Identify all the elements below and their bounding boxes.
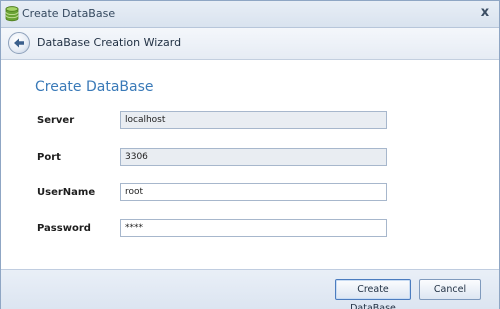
window-title: Create DataBase bbox=[22, 7, 116, 20]
create-database-button[interactable]: Create DataBase bbox=[335, 279, 411, 309]
wizard-header: DataBase Creation Wizard bbox=[1, 28, 499, 60]
wizard-title: DataBase Creation Wizard bbox=[37, 36, 182, 49]
port-field[interactable] bbox=[120, 148, 387, 166]
server-field[interactable] bbox=[120, 111, 387, 129]
server-label: Server bbox=[37, 115, 75, 126]
create-database-window: Create DataBase x DataBase Creation Wiza… bbox=[0, 0, 500, 309]
close-icon[interactable]: x bbox=[477, 5, 493, 21]
cancel-button[interactable]: Cancel bbox=[419, 279, 481, 300]
username-field[interactable] bbox=[120, 183, 387, 201]
page-title: Create DataBase bbox=[35, 79, 154, 95]
password-label: Password bbox=[37, 223, 91, 234]
dialog-footer: Create DataBase Cancel bbox=[1, 269, 499, 309]
database-icon bbox=[5, 6, 19, 22]
title-bar: Create DataBase x bbox=[1, 1, 499, 28]
username-label: UserName bbox=[37, 187, 96, 198]
port-label: Port bbox=[37, 152, 61, 163]
password-field[interactable] bbox=[120, 219, 387, 237]
back-arrow-icon[interactable] bbox=[8, 32, 30, 54]
